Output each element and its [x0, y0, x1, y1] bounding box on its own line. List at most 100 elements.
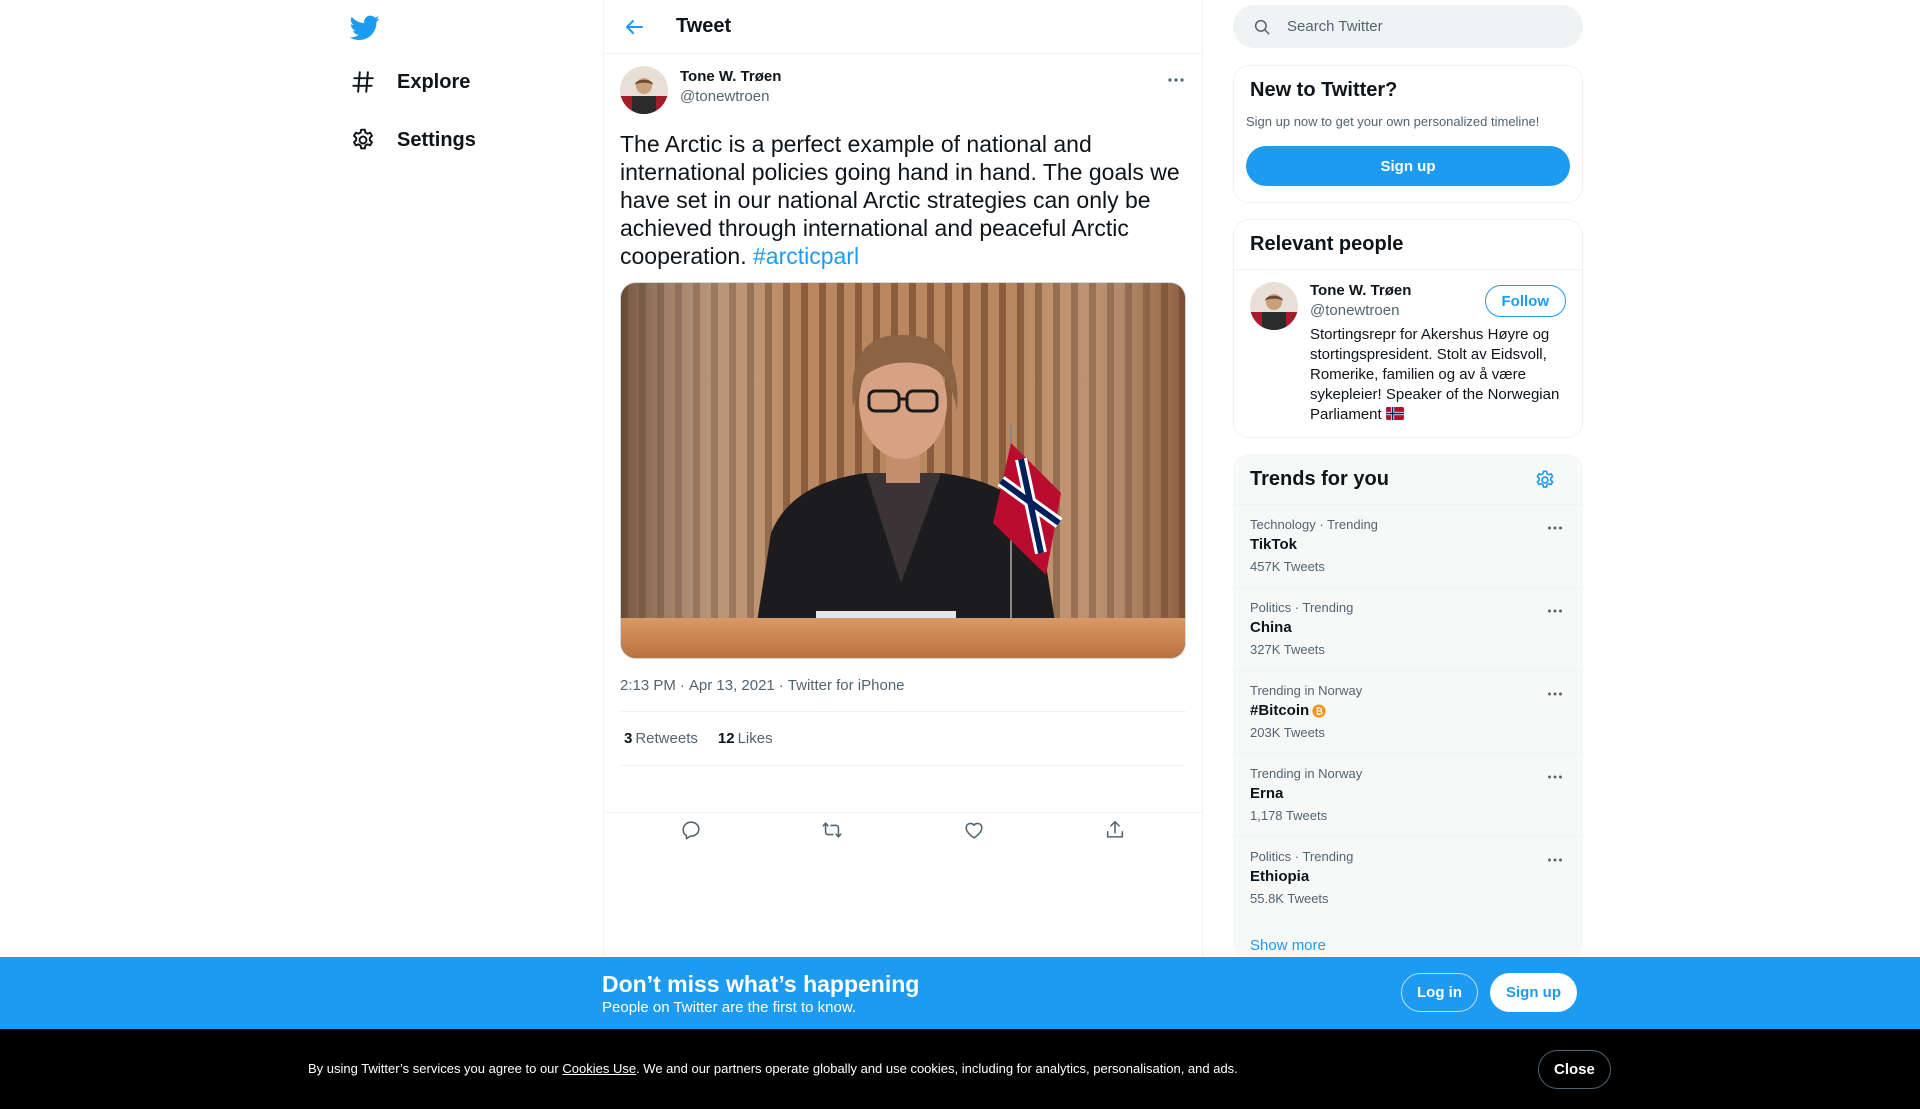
trend-name: Erna — [1250, 785, 1283, 802]
author-avatar[interactable] — [620, 66, 668, 114]
trend-name: TikTok — [1250, 536, 1297, 553]
trend-item[interactable]: Technology · Trending TikTok 457K Tweets — [1234, 504, 1582, 587]
more-options-icon[interactable] — [1164, 68, 1188, 92]
trends-title: Trends for you — [1250, 468, 1389, 490]
more-options-icon[interactable] — [1544, 600, 1566, 622]
search-box[interactable] — [1233, 5, 1583, 48]
trend-name-text: Erna — [1250, 785, 1284, 802]
trend-name-text: Ethiopia — [1250, 868, 1310, 885]
tweet-text: The Arctic is a perfect example of natio… — [620, 130, 1180, 270]
more-options-icon[interactable] — [1544, 517, 1566, 539]
author-name[interactable]: Tone W. Trøen — [680, 68, 781, 85]
cookies-use-link[interactable]: Cookies Use — [562, 1061, 636, 1076]
trend-context: Technology · Trending — [1250, 517, 1378, 532]
follow-button[interactable]: Follow — [1484, 285, 1566, 317]
tweet-time[interactable]: 2:13 PM — [620, 677, 676, 694]
like-icon[interactable] — [963, 819, 985, 841]
trends-card: Trends for you Technology · Trending Tik… — [1233, 454, 1583, 959]
new-to-twitter-card: New to Twitter? Sign up now to get your … — [1233, 65, 1583, 203]
tweet-hashtag[interactable]: #arcticparl — [753, 243, 859, 269]
trend-name-text: #Bitcoin — [1250, 702, 1310, 719]
hashtag-icon — [350, 69, 376, 95]
show-more-link[interactable]: Show more — [1250, 937, 1326, 954]
trend-item[interactable]: Politics · Trending Ethiopia 55.8K Tweet… — [1234, 836, 1582, 919]
more-options-icon[interactable] — [1544, 766, 1566, 788]
norway-flag-icon — [1385, 407, 1404, 420]
more-options-icon[interactable] — [1544, 849, 1566, 871]
tweet-timestamp: 2:13 PM · Apr 13, 2021 · Twitter for iPhone — [620, 677, 905, 694]
relevant-people-card: Relevant people Tone W. Trøen @tonewtroe… — [1233, 219, 1583, 438]
likes-label: Likes — [737, 730, 773, 747]
nav-label-settings: Settings — [397, 128, 476, 151]
divider — [620, 711, 1186, 712]
trend-name-text: TikTok — [1250, 536, 1297, 553]
tweet-actions — [620, 819, 1186, 841]
trend-name-text: China — [1250, 619, 1292, 636]
nav-label-explore: Explore — [397, 70, 471, 93]
main-header: Tweet — [604, 0, 1202, 54]
new-to-twitter-subtext: Sign up now to get your own personalized… — [1246, 114, 1540, 129]
retweets-stat[interactable]: 3 Retweets — [624, 730, 698, 747]
reply-icon[interactable] — [680, 819, 702, 841]
person-name[interactable]: Tone W. Trøen — [1310, 282, 1411, 299]
cookie-text: By using Twitter’s services you agree to… — [308, 1061, 1238, 1076]
trend-item[interactable]: Trending in Norway Erna 1,178 Tweets — [1234, 753, 1582, 836]
trend-count: 327K Tweets — [1250, 642, 1325, 657]
share-icon[interactable] — [1104, 819, 1126, 841]
retweets-count: 3 — [624, 730, 633, 747]
banner-title: Don’t miss what’s happening — [602, 971, 920, 997]
twitter-bird-icon[interactable] — [350, 12, 380, 42]
arrow-left-icon[interactable] — [622, 15, 646, 39]
person-bio: Stortingsrepr for Akershus Høyre og stor… — [1310, 325, 1574, 425]
divider — [604, 812, 1202, 813]
cookie-text-before: By using Twitter’s services you agree to… — [308, 1061, 563, 1076]
trend-context: Politics · Trending — [1250, 600, 1354, 615]
banner-subtitle: People on Twitter are the first to know. — [602, 999, 857, 1016]
trend-item[interactable]: Trending in Norway #Bitcoin 203K Tweets — [1234, 670, 1582, 753]
tweet-photo[interactable] — [620, 282, 1186, 659]
retweet-icon[interactable] — [821, 819, 843, 841]
tweet-source[interactable]: Twitter for iPhone — [788, 677, 905, 694]
trend-name: #Bitcoin — [1250, 702, 1326, 719]
trend-item[interactable]: Politics · Trending China 327K Tweets — [1234, 587, 1582, 670]
author-handle[interactable]: @tonewtroen — [680, 88, 769, 105]
tweet-date[interactable]: Apr 13, 2021 — [689, 677, 775, 694]
person-avatar[interactable] — [1250, 282, 1298, 330]
new-to-twitter-title: New to Twitter? — [1250, 79, 1398, 101]
bitcoin-icon — [1312, 703, 1326, 719]
trend-context: Trending in Norway — [1250, 683, 1363, 698]
trend-name: China — [1250, 619, 1292, 636]
cookie-bar: By using Twitter’s services you agree to… — [0, 1029, 1920, 1109]
trend-context: Politics · Trending — [1250, 849, 1354, 864]
trend-count: 55.8K Tweets — [1250, 891, 1329, 906]
divider — [1234, 269, 1582, 270]
cookie-text-after: . We and our partners operate globally a… — [636, 1061, 1238, 1076]
person-handle[interactable]: @tonewtroen — [1310, 302, 1399, 319]
gear-icon — [350, 127, 376, 153]
cookie-close-button[interactable]: Close — [1538, 1050, 1611, 1089]
page-title: Tweet — [676, 15, 732, 37]
search-input[interactable] — [1287, 18, 1547, 35]
person-bio-text: Stortingsrepr for Akershus Høyre og stor… — [1310, 326, 1560, 423]
main-column: Tweet Tone W. Trøen @tonewtroen The Arct… — [603, 0, 1203, 1109]
tweet-stats: 3 Retweets 12 Likes — [624, 730, 773, 747]
trend-count: 1,178 Tweets — [1250, 808, 1328, 823]
login-button[interactable]: Log in — [1401, 973, 1478, 1012]
relevant-people-title: Relevant people — [1250, 233, 1404, 255]
trend-context: Trending in Norway — [1250, 766, 1363, 781]
sidebar-signup-button[interactable]: Sign up — [1246, 146, 1570, 186]
tweet-body: The Arctic is a perfect example of natio… — [620, 131, 1180, 269]
signup-banner: Don’t miss what’s happening People on Tw… — [0, 957, 1920, 1029]
likes-count: 12 — [717, 730, 735, 747]
search-icon — [1253, 18, 1271, 36]
nav-item-settings[interactable]: Settings — [350, 120, 476, 160]
trends-header: Trends for you — [1234, 455, 1582, 505]
likes-stat[interactable]: 12 Likes — [718, 730, 773, 747]
divider — [620, 765, 1186, 766]
gear-icon[interactable] — [1534, 469, 1556, 491]
more-options-icon[interactable] — [1544, 683, 1566, 705]
trend-count: 203K Tweets — [1250, 725, 1325, 740]
nav-item-explore[interactable]: Explore — [350, 62, 470, 102]
banner-signup-button[interactable]: Sign up — [1490, 973, 1577, 1012]
trend-count: 457K Tweets — [1250, 559, 1325, 574]
